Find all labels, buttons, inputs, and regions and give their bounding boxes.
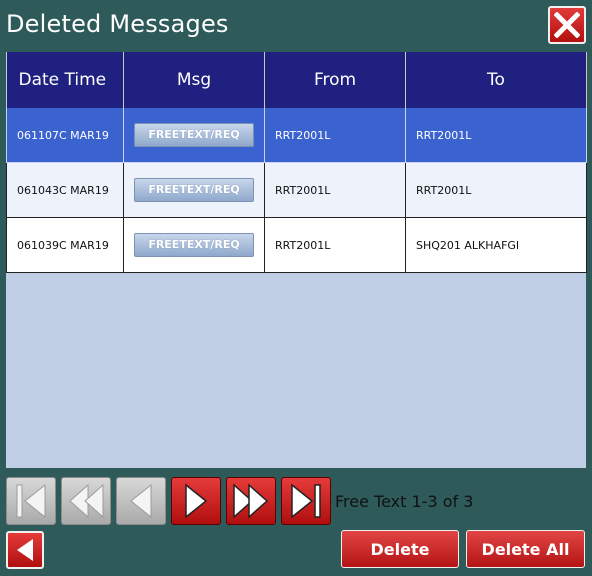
cell-to: RRT2001L xyxy=(405,108,587,163)
table-row-selected[interactable]: 061107C MAR19 FREETEXT/REQ RRT2001L RRT2… xyxy=(6,108,587,163)
msg-type-button[interactable]: FREETEXT/REQ xyxy=(134,123,254,147)
close-button[interactable] xyxy=(548,6,586,44)
cell-datetime: 061039C MAR19 xyxy=(6,217,124,273)
fast-forward-button[interactable] xyxy=(226,477,276,525)
pagination-status: Free Text 1-3 of 3 xyxy=(335,492,474,511)
msg-type-button[interactable]: FREETEXT/REQ xyxy=(134,233,254,257)
delete-button[interactable]: Delete xyxy=(341,530,459,568)
previous-page-button[interactable] xyxy=(116,477,166,525)
cell-datetime: 061043C MAR19 xyxy=(6,162,124,218)
cell-to: RRT2001L xyxy=(405,162,587,218)
msg-type-button[interactable]: FREETEXT/REQ xyxy=(134,178,254,202)
cell-from: RRT2001L xyxy=(264,217,406,273)
delete-all-button[interactable]: Delete All xyxy=(466,530,585,568)
last-page-icon xyxy=(291,483,321,519)
table-header-row: Date Time Msg From To xyxy=(6,52,587,108)
first-page-icon xyxy=(16,483,46,519)
cell-datetime: 061107C MAR19 xyxy=(6,108,124,163)
messages-table: Date Time Msg From To 061107C MAR19 FREE… xyxy=(6,52,587,273)
cell-msg: FREETEXT/REQ xyxy=(123,162,265,218)
messages-panel: Date Time Msg From To 061107C MAR19 FREE… xyxy=(6,52,587,468)
next-page-button[interactable] xyxy=(171,477,221,525)
cell-from: RRT2001L xyxy=(264,108,406,163)
back-button[interactable] xyxy=(6,531,44,569)
first-page-button[interactable] xyxy=(6,477,56,525)
cell-from: RRT2001L xyxy=(264,162,406,218)
cell-to: SHQ201 ALKHAFGI xyxy=(405,217,587,273)
cell-msg: FREETEXT/REQ xyxy=(123,217,265,273)
cell-msg: FREETEXT/REQ xyxy=(123,108,265,163)
column-header-to[interactable]: To xyxy=(405,52,587,108)
window-title: Deleted Messages xyxy=(6,10,229,38)
table-row[interactable]: 061043C MAR19 FREETEXT/REQ RRT2001L RRT2… xyxy=(6,162,587,218)
fast-back-icon xyxy=(69,483,104,519)
column-header-msg[interactable]: Msg xyxy=(123,52,265,108)
close-x-icon xyxy=(554,12,580,38)
column-header-datetime[interactable]: Date Time xyxy=(6,52,124,108)
back-arrow-icon xyxy=(17,539,33,561)
column-header-from[interactable]: From xyxy=(264,52,406,108)
last-page-button[interactable] xyxy=(281,477,331,525)
table-row[interactable]: 061039C MAR19 FREETEXT/REQ RRT2001L SHQ2… xyxy=(6,217,587,273)
previous-page-icon xyxy=(130,483,152,519)
fast-back-button[interactable] xyxy=(61,477,111,525)
fast-forward-icon xyxy=(233,483,269,519)
next-page-icon xyxy=(185,483,208,519)
